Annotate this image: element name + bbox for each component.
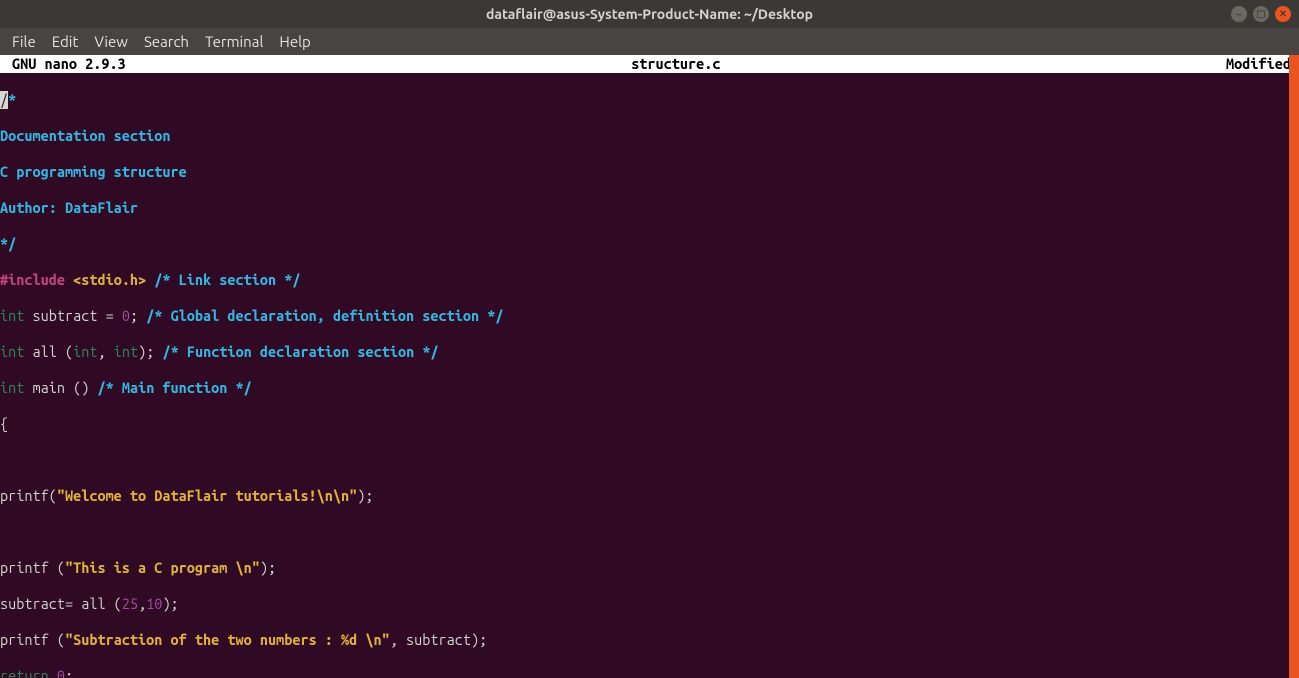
code-line: int all (int, int); /* Function declarat… [0, 343, 1299, 361]
code-line: */ [0, 235, 1299, 253]
text-cursor: / [0, 91, 8, 109]
code-line: subtract= all (25,10); [0, 595, 1299, 613]
code-line: printf ("Subtraction of the two numbers … [0, 631, 1299, 649]
menu-view[interactable]: View [86, 33, 136, 50]
nano-status-bar: GNU nano 2.9.3 structure.c Modified [0, 55, 1299, 73]
menu-bar: File Edit View Search Terminal Help [0, 28, 1299, 55]
editor-area[interactable]: /* Documentation section C programming s… [0, 73, 1299, 678]
menu-file[interactable]: File [4, 33, 44, 50]
menu-search[interactable]: Search [136, 33, 197, 50]
code-line: int main () /* Main function */ [0, 379, 1299, 397]
code-line: Author: DataFlair [0, 199, 1299, 217]
code-line: return 0; [0, 667, 1299, 678]
window-controls: – ▢ ✕ [1231, 0, 1291, 28]
code-line: int subtract = 0; /* Global declaration,… [0, 307, 1299, 325]
code-line: printf("Welcome to DataFlair tutorials!\… [0, 487, 1299, 505]
menu-edit[interactable]: Edit [44, 33, 87, 50]
window-title: dataflair@asus-System-Product-Name: ~/De… [0, 6, 1299, 22]
code-line: printf ("This is a C program \n"); [0, 559, 1299, 577]
nano-filename: structure.c [126, 55, 1226, 73]
code-line [0, 451, 1299, 469]
code-line: /* [0, 91, 1299, 109]
window-titlebar: dataflair@asus-System-Product-Name: ~/De… [0, 0, 1299, 28]
code-line: #include <stdio.h> /* Link section */ [0, 271, 1299, 289]
maximize-button[interactable]: ▢ [1253, 6, 1269, 22]
nano-version: GNU nano 2.9.3 [0, 55, 126, 73]
code-line: { [0, 415, 1299, 433]
code-line: C programming structure [0, 163, 1299, 181]
close-button[interactable]: ✕ [1275, 6, 1291, 22]
menu-terminal[interactable]: Terminal [197, 33, 271, 50]
menu-help[interactable]: Help [271, 33, 318, 50]
vertical-scrollbar[interactable] [1289, 55, 1299, 678]
minimize-button[interactable]: – [1231, 6, 1247, 22]
code-line: Documentation section [0, 127, 1299, 145]
code-line [0, 523, 1299, 541]
